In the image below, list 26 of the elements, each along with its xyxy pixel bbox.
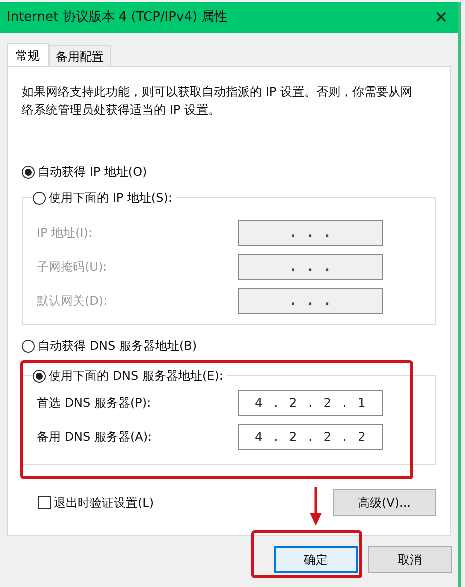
ip-input-field[interactable]: 4 . 2 . 2 . 2 xyxy=(238,424,383,450)
radio-button[interactable] xyxy=(22,340,35,352)
field-label: 子网掩码(U): xyxy=(37,259,108,276)
field-label: 备用 DNS 服务器(A): xyxy=(37,429,152,446)
window-title: Internet 协议版本 4 (TCP/IPv4) 属性 xyxy=(7,8,228,27)
description-text: 如果网络支持此功能，则可以获取自动指派的 IP 设置。否则，你需要从网络系统管理员处获得适当的 IP 设置。 xyxy=(22,84,414,119)
field-label: 默认网关(D): xyxy=(37,293,108,310)
ok-button[interactable]: 确定 xyxy=(274,546,358,573)
ip-input-field[interactable]: 4 . 2 . 2 . 1 xyxy=(238,390,383,416)
tab[interactable]: 常规 xyxy=(7,43,49,67)
radio-label: 自动获得 DNS 服务器地址(B) xyxy=(38,338,198,355)
tab[interactable]: 备用配置 xyxy=(49,45,111,66)
radio-label: 自动获得 IP 地址(O) xyxy=(38,164,148,181)
field-label: IP 地址(I): xyxy=(37,225,93,242)
radio-button[interactable] xyxy=(22,166,35,178)
checkbox-label: 退出时验证设置(L) xyxy=(54,494,154,512)
arrow-annotation xyxy=(310,487,322,526)
radio-label: 使用下面的 DNS 服务器地址(E): xyxy=(49,368,224,385)
cancel-button[interactable]: 取消 xyxy=(368,546,452,573)
radio-label: 使用下面的 IP 地址(S): xyxy=(49,190,172,207)
checkbox[interactable] xyxy=(38,496,51,509)
close-button[interactable]: ✕ xyxy=(430,6,452,30)
field-label: 首选 DNS 服务器(P): xyxy=(37,395,152,412)
radio-button[interactable] xyxy=(33,192,46,204)
advanced-button[interactable]: 高级(V)... xyxy=(333,489,436,516)
radio-button[interactable] xyxy=(33,370,46,382)
